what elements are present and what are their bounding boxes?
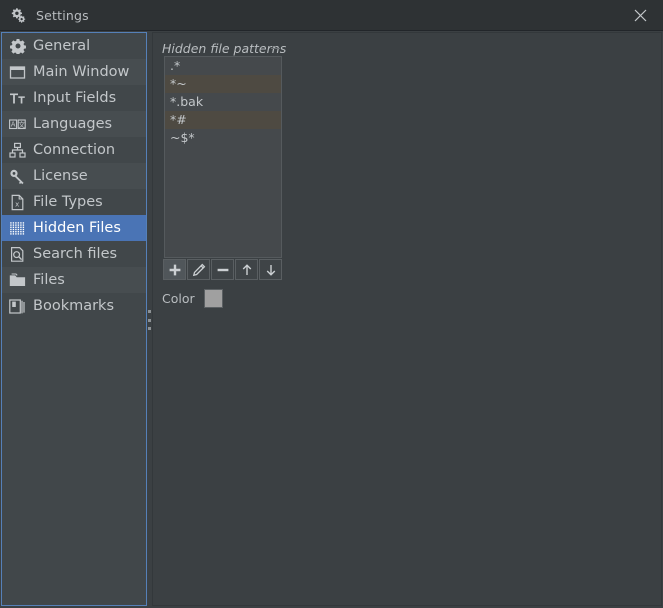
splitter-dot <box>147 327 151 330</box>
minus-icon <box>216 263 230 277</box>
text-format-icon <box>9 90 26 107</box>
close-icon[interactable] <box>617 0 663 31</box>
sidebar-item-label: File Types <box>33 194 103 210</box>
sidebar-item-label: Files <box>33 272 65 288</box>
list-item[interactable]: .* <box>165 57 281 75</box>
svg-text:文: 文 <box>18 119 25 128</box>
group-title-rule <box>271 48 280 49</box>
window-icon <box>9 64 26 81</box>
sidebar-item-label: General <box>33 38 91 54</box>
sidebar-item-hidden-files[interactable]: Hidden Files <box>2 215 146 241</box>
plus-icon <box>168 263 182 277</box>
sidebar-item-label: License <box>33 168 88 184</box>
sidebar-item-bookmarks[interactable]: Bookmarks <box>2 293 146 319</box>
list-item[interactable]: *.bak <box>165 93 281 111</box>
color-label: Color <box>162 291 195 306</box>
list-item[interactable]: *~ <box>165 75 281 93</box>
list-item[interactable]: *# <box>165 111 281 129</box>
splitter-dot <box>147 318 151 322</box>
key-icon <box>9 168 26 185</box>
move-down-button[interactable] <box>259 259 282 280</box>
bookmarks-icon <box>9 298 26 315</box>
folder-icon <box>9 272 26 289</box>
title-bar: Settings <box>0 0 663 31</box>
window-title: Settings <box>36 7 89 23</box>
sidebar-item-label: Connection <box>33 142 116 158</box>
list-item[interactable]: ~$* <box>165 129 281 147</box>
languages-icon: A文 <box>9 116 26 133</box>
sidebar-item-input-fields[interactable]: Input Fields <box>2 85 146 111</box>
sidebar-item-connection[interactable]: Connection <box>2 137 146 163</box>
settings-window: Settings General Main Window Input Fields A… <box>0 0 663 608</box>
move-up-button[interactable] <box>235 259 258 280</box>
grid-dots-icon <box>9 220 26 237</box>
file-search-icon <box>9 246 26 263</box>
svg-text:A: A <box>11 120 16 128</box>
sidebar-item-label: Search files <box>33 246 118 262</box>
color-swatch-button[interactable] <box>203 289 223 308</box>
sidebar-item-file-types[interactable]: x File Types <box>2 189 146 215</box>
group-title: Hidden file patterns <box>162 41 287 56</box>
sidebar-item-label: Languages <box>33 116 113 132</box>
network-icon <box>9 142 26 159</box>
sidebar-item-files[interactable]: Files <box>2 267 146 293</box>
sidebar-item-license[interactable]: License <box>2 163 146 189</box>
sidebar-item-label: Hidden Files <box>33 220 121 236</box>
splitter-dot <box>147 310 151 313</box>
svg-text:x: x <box>15 200 19 208</box>
sidebar-item-label: Input Fields <box>33 90 117 106</box>
arrow-up-icon <box>240 263 254 277</box>
file-x-icon: x <box>9 194 26 211</box>
settings-category-list[interactable]: General Main Window Input Fields A 文 Language… <box>1 32 147 606</box>
sidebar-item-main-window[interactable]: Main Window <box>2 59 146 85</box>
hidden-files-panel: Hidden file patterns .* *~ *.bak *# ~$* Colo… <box>152 32 662 606</box>
arrow-down-icon <box>264 263 278 277</box>
add-pattern-button[interactable] <box>163 259 186 280</box>
color-row: Color <box>162 289 223 308</box>
sidebar-item-general[interactable]: General <box>2 33 146 59</box>
sidebar-item-search-files[interactable]: Search files <box>2 241 146 267</box>
pencil-icon <box>192 263 206 277</box>
cogs-icon <box>10 7 26 23</box>
pattern-toolbar <box>163 259 282 280</box>
hidden-file-patterns-list[interactable]: .* *~ *.bak *# ~$* <box>164 56 282 258</box>
edit-pattern-button[interactable] <box>187 259 210 280</box>
gear-icon <box>9 38 26 55</box>
sidebar-item-languages[interactable]: A 文 Languages <box>2 111 146 137</box>
sidebar-item-label: Bookmarks <box>33 298 115 314</box>
sidebar-item-label: Main Window <box>33 64 130 80</box>
remove-pattern-button[interactable] <box>211 259 234 280</box>
